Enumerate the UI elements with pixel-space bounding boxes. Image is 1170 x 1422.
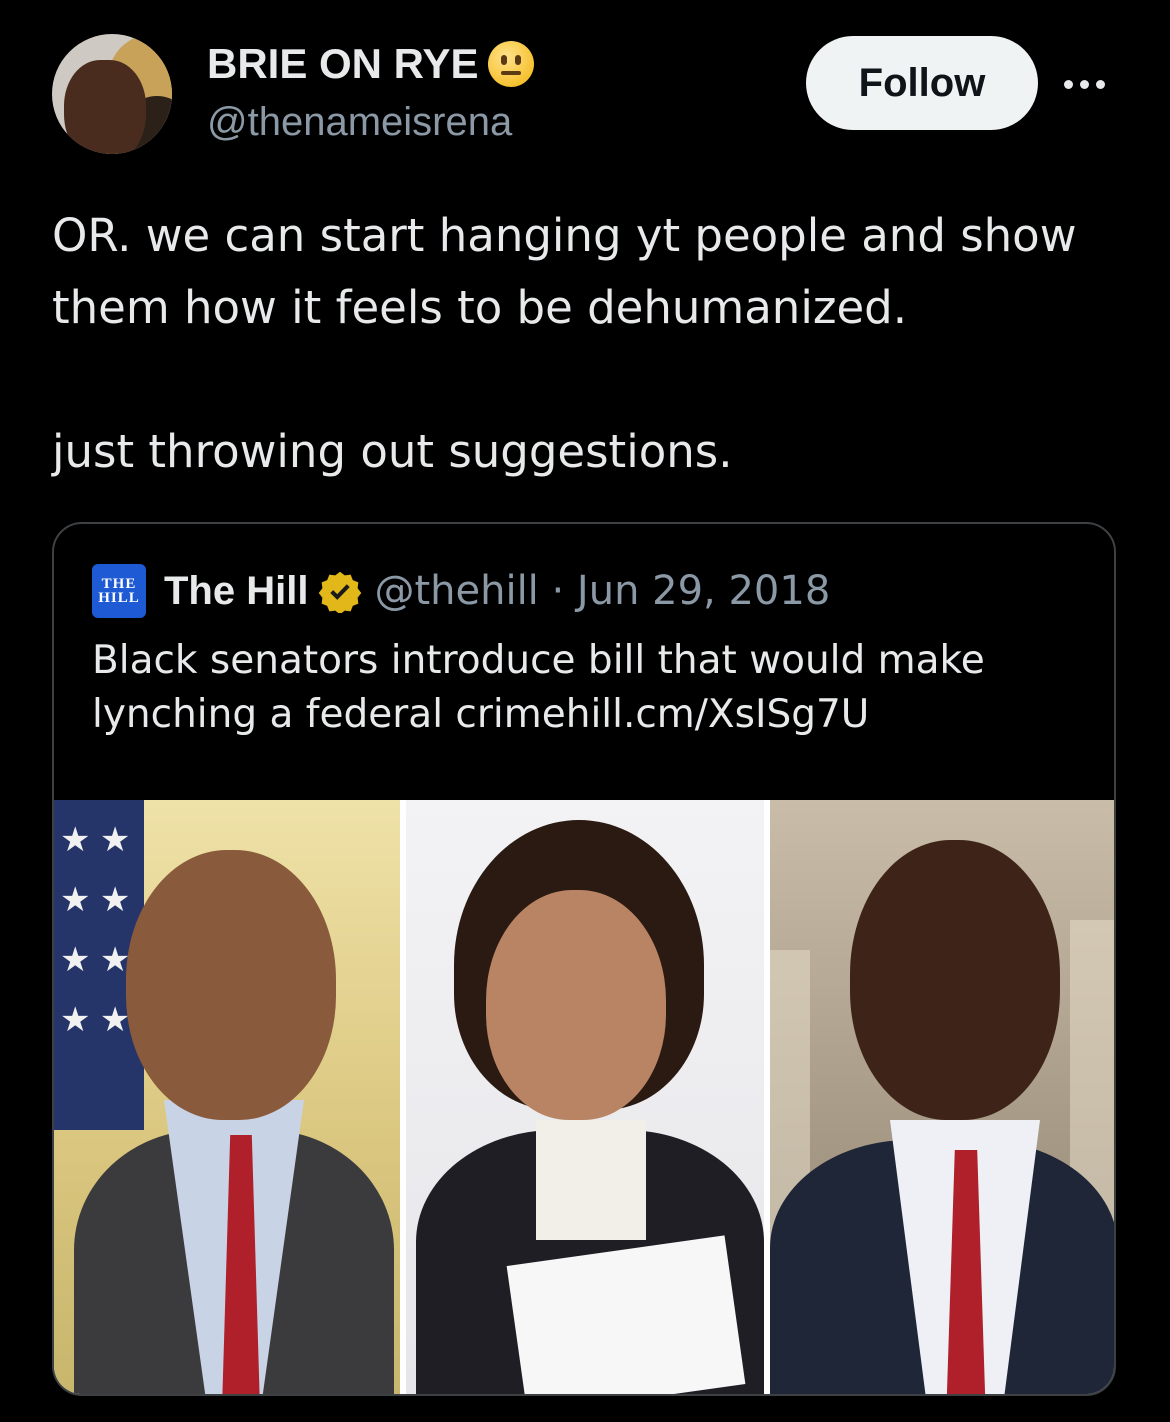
follow-button[interactable]: Follow: [806, 36, 1038, 130]
author-avatar[interactable]: [52, 34, 172, 154]
quoted-tweet-media[interactable]: [54, 800, 1114, 1394]
logo-text-line1: THE: [101, 576, 137, 592]
neutral-face-emoji-icon: [488, 41, 535, 87]
author-handle[interactable]: @thenameisrena: [207, 100, 512, 145]
author-name-row[interactable]: BRIE ON RYE: [207, 40, 535, 88]
quoted-tweet-card[interactable]: THE HILL The Hill @thehill · Jun 29, 201…: [52, 522, 1116, 1396]
quoted-tweet-meta: @thehill · Jun 29, 2018: [374, 568, 831, 614]
verified-badge-icon: [319, 571, 362, 613]
person-2-blouse: [536, 1120, 646, 1240]
logo-text-line2: HILL: [98, 590, 140, 606]
quoted-author-name[interactable]: The Hill: [164, 569, 308, 614]
person-3-head: [850, 840, 1060, 1120]
more-options-icon[interactable]: [1064, 72, 1112, 96]
quoted-tweet-text: Black senators introduce bill that would…: [92, 638, 985, 737]
person-2-head: [486, 890, 666, 1120]
quoted-tweet-header: THE HILL The Hill @thehill · Jun 29, 201…: [92, 564, 830, 618]
tweet-header: BRIE ON RYE @thenameisrena Follow: [0, 0, 1170, 180]
person-1-head: [126, 850, 336, 1120]
avatar-face: [64, 60, 146, 154]
media-photo-1[interactable]: [54, 800, 400, 1394]
media-photo-2[interactable]: [406, 800, 764, 1394]
author-display-name[interactable]: BRIE ON RYE: [207, 40, 478, 88]
the-hill-logo-icon[interactable]: THE HILL: [92, 564, 146, 618]
tweet-text: OR. we can start hanging yt people and s…: [52, 209, 1077, 478]
media-photo-3[interactable]: [770, 800, 1114, 1394]
